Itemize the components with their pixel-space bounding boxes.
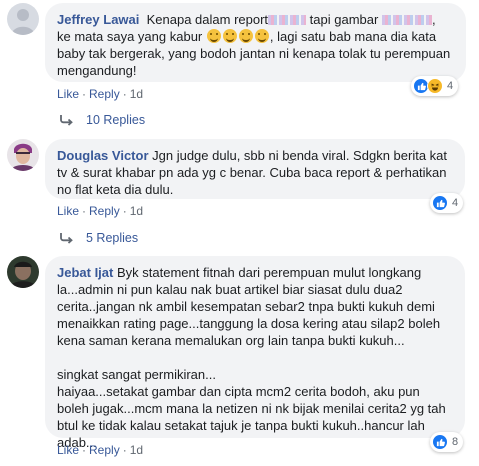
comment-author[interactable]: Jeffrey Lawai [57,12,139,27]
comment-actions: Like · Reply · 1d [57,443,144,457]
comment-bubble: Douglas Victor Jgn judge dulu, sbb ni be… [45,139,465,199]
replies-count-label: 5 Replies [86,231,139,245]
comment-author[interactable]: Jebat Ijat [57,265,113,280]
comment-paragraph: singkat sangat permikiran... [57,367,216,382]
like-icon [432,195,448,211]
comment-bubble: Jebat Ijat Byk statement fitnah dari per… [45,256,465,450]
comment-text-segment: baby tak bergerak, yang bodoh jantan ni … [57,46,451,61]
replies-count-label: 10 Replies [86,113,146,127]
reaction-summary[interactable]: 4 [411,76,459,96]
redacted-image-fragment [381,15,432,25]
like-button[interactable]: Like [57,87,79,101]
like-button[interactable]: Like [57,204,79,218]
comment-text-segment: , lagi satu bab mana dia kata [269,29,437,44]
comment-timestamp[interactable]: 1d [130,204,143,218]
comment-paragraph: haiyaa...setakat gambar dan cipta mcm2 c… [57,384,450,450]
comment-actions: Like · Reply · 1d [57,204,144,218]
reply-button[interactable]: Reply [89,204,120,218]
comment-text-segment: mengandung! [57,63,137,78]
comment-timestamp[interactable]: 1d [130,87,143,101]
comment-text-segment: , [431,12,436,27]
avatar[interactable] [7,139,39,171]
reply-button[interactable]: Reply [89,443,120,457]
avatar[interactable] [7,3,39,35]
grinning-emoji-icon [206,29,221,43]
redacted-image-fragment [268,15,307,25]
comment-text-segment: ke mata saya yang kabur [57,29,203,44]
comment-paragraph: Byk statement fitnah dari perempuan mulu… [57,265,444,348]
haha-icon [427,78,443,94]
grinning-emoji-icon [254,29,269,43]
comment-text-segment: Kenapa dalam report [146,12,269,27]
reply-arrow-icon [60,114,73,126]
comment-timestamp[interactable]: 1d [130,443,143,457]
reaction-summary[interactable]: 4 [430,193,464,213]
reply-button[interactable]: Reply [89,87,120,101]
reply-arrow-icon [60,232,73,244]
like-icon [432,434,448,450]
comment-actions: Like · Reply · 1d [57,87,144,101]
comment-bubble: Jeffrey Lawai Kenapa dalam report tapi g… [45,3,466,82]
view-replies-link[interactable]: 10 Replies [60,113,145,127]
comment-text: Jebat Ijat Byk statement fitnah dari per… [57,264,453,349]
reaction-count: 4 [447,80,454,92]
grinning-emoji-icon [238,29,253,43]
like-button[interactable]: Like [57,443,79,457]
reaction-summary[interactable]: 8 [430,432,464,452]
comment-text-segment: tapi gambar [309,12,379,27]
avatar[interactable] [7,256,39,288]
reaction-count: 8 [452,436,459,448]
reaction-count: 4 [452,197,459,209]
grinning-emoji-icon [222,29,237,43]
comment-author[interactable]: Douglas Victor [57,148,149,163]
view-replies-link[interactable]: 5 Replies [60,231,138,245]
